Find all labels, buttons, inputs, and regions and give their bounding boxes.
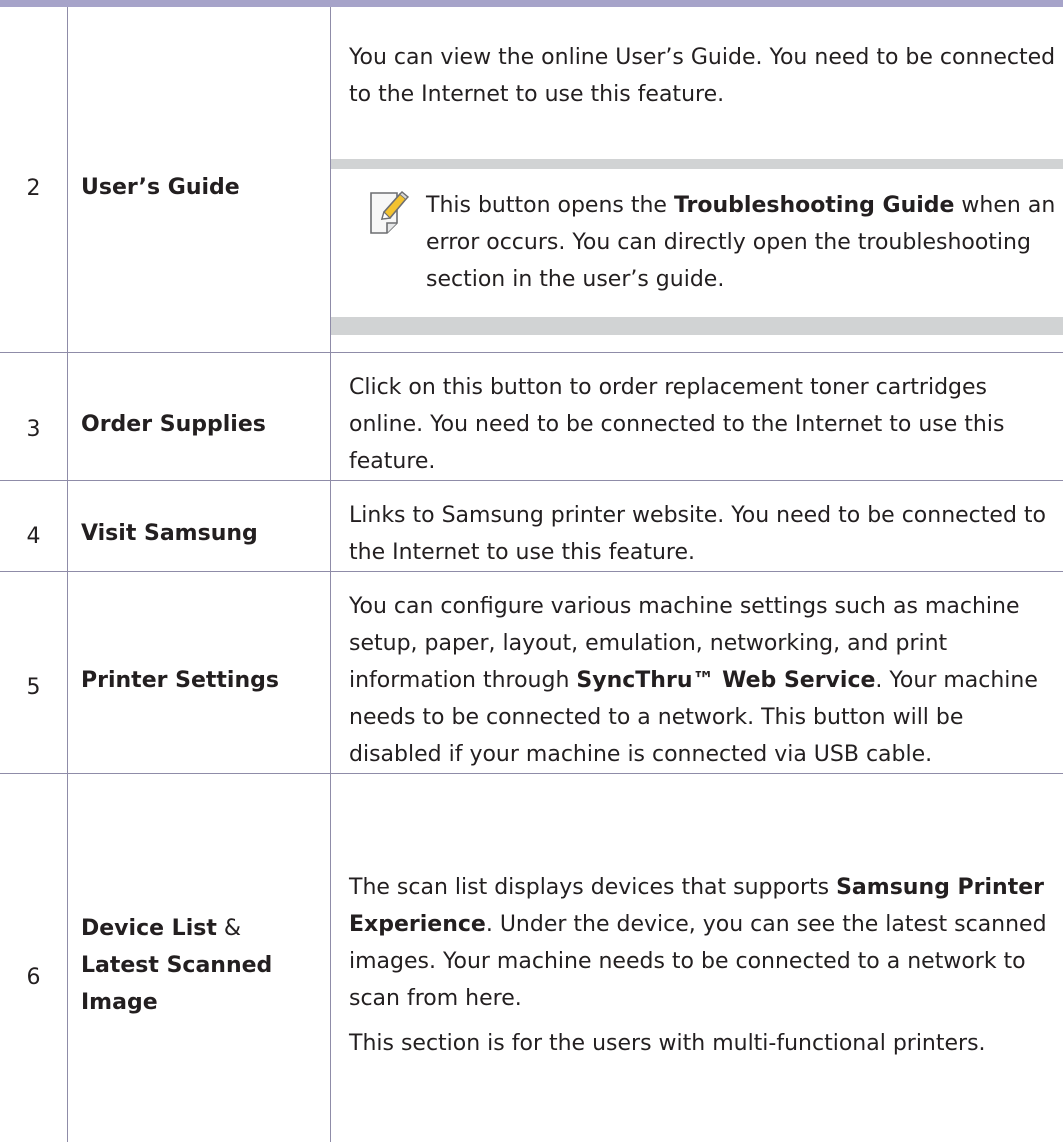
table-row: 6 Device List & Latest Scanned Image The… [0,773,1063,1142]
button-description: The scan list displays devices that supp… [331,773,1063,1142]
button-name: Printer Settings [68,571,331,773]
latest-scanned-image-label: Latest Scanned Image [81,947,330,1021]
description-text-part: The scan list displays devices that supp… [349,875,836,900]
table-row: 4 Visit Samsung Links to Samsung printer… [0,480,1063,571]
note-text-part: This button opens the [426,193,674,218]
button-description-table: 2 User’s Guide You can view the online U… [0,7,1063,1142]
row-number: 3 [0,352,68,480]
button-name: Order Supplies [68,352,331,480]
note-text: This button opens the Troubleshooting Gu… [426,187,1061,298]
device-list-label: Device List & [81,910,330,947]
top-rule [0,0,1063,7]
name-text: Device List [81,916,217,941]
ampersand: & [217,916,241,941]
note-box: This button opens the Troubleshooting Gu… [331,159,1063,335]
button-name: Visit Samsung [68,480,331,571]
button-description: Click on this button to order replacemen… [331,352,1063,480]
button-description: You can view the online User’s Guide. Yo… [331,7,1063,352]
row-number: 4 [0,480,68,571]
row-number-text: 5 [0,639,67,706]
button-description: Links to Samsung printer website. You ne… [331,480,1063,571]
description-extra-text: This section is for the users with multi… [349,1025,1059,1062]
row-number: 5 [0,571,68,773]
description-text: The scan list displays devices that supp… [349,869,1059,1017]
table-row: 2 User’s Guide You can view the online U… [0,7,1063,352]
table-row: 5 Printer Settings You can configure var… [0,571,1063,773]
row-number-text: 6 [0,919,67,996]
description-text: You can view the online User’s Guide. Yo… [349,39,1059,113]
row-number-text: 3 [0,385,67,448]
note-pencil-icon [369,189,409,235]
troubleshooting-guide-label: Troubleshooting Guide [674,193,954,218]
button-name: Device List & Latest Scanned Image [68,773,331,1142]
button-name: User’s Guide [68,7,331,352]
row-number: 6 [0,773,68,1142]
syncthru-label: SyncThru™ Web Service [576,668,875,693]
row-number: 2 [0,7,68,352]
button-description: You can configure various machine settin… [331,571,1063,773]
row-number-text: 4 [0,496,67,555]
table-row: 3 Order Supplies Click on this button to… [0,352,1063,480]
